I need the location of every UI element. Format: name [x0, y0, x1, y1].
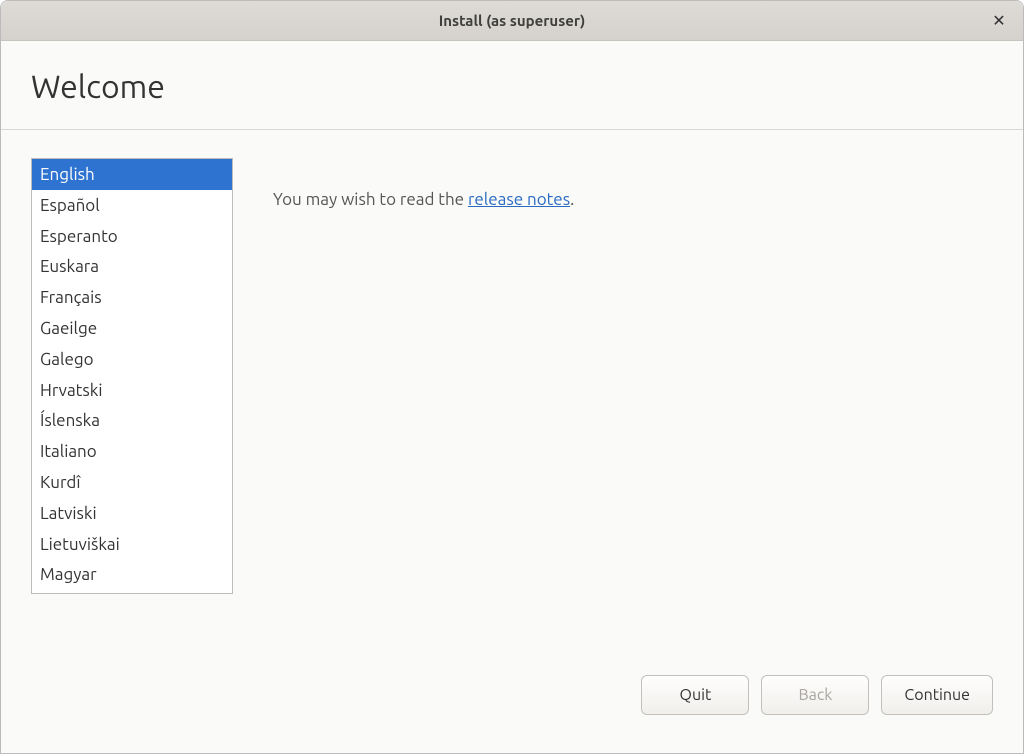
close-icon[interactable]: ✕ [989, 11, 1009, 31]
quit-button[interactable]: Quit [641, 675, 749, 715]
language-item[interactable]: Euskara [32, 251, 232, 282]
back-button[interactable]: Back [761, 675, 869, 715]
language-item[interactable]: Gaeilge [32, 313, 232, 344]
language-item[interactable]: Kurdî [32, 467, 232, 498]
body-prefix: You may wish to read the [273, 190, 468, 209]
language-item[interactable]: Esperanto [32, 221, 232, 252]
language-item[interactable]: Íslenska [32, 405, 232, 436]
footer-buttons: Quit Back Continue [1, 675, 1023, 735]
language-item[interactable]: Galego [32, 344, 232, 375]
language-item[interactable]: Français [32, 282, 232, 313]
language-item[interactable]: Nederlands [32, 590, 232, 594]
language-item[interactable]: Latviski [32, 498, 232, 529]
body-suffix: . [570, 190, 574, 209]
installer-window: Install (as superuser) ✕ Welcome English… [0, 0, 1024, 754]
language-item[interactable]: English [32, 159, 232, 190]
titlebar: Install (as superuser) ✕ [1, 1, 1023, 41]
main-area: EnglishEspañolEsperantoEuskaraFrançaisGa… [1, 130, 1023, 675]
window-title: Install (as superuser) [439, 12, 586, 29]
language-item[interactable]: Español [32, 190, 232, 221]
language-item[interactable]: Italiano [32, 436, 232, 467]
release-notes-link[interactable]: release notes [468, 190, 570, 209]
language-item[interactable]: Magyar [32, 559, 232, 590]
language-list[interactable]: EnglishEspañolEsperantoEuskaraFrançaisGa… [31, 158, 233, 594]
language-item[interactable]: Lietuviškai [32, 529, 232, 560]
content-area: Welcome EnglishEspañolEsperantoEuskaraFr… [1, 41, 1023, 735]
language-item[interactable]: Hrvatski [32, 375, 232, 406]
heading-area: Welcome [1, 41, 1023, 129]
continue-button[interactable]: Continue [881, 675, 993, 715]
page-title: Welcome [31, 69, 993, 105]
body-text: You may wish to read the release notes. [273, 158, 574, 665]
